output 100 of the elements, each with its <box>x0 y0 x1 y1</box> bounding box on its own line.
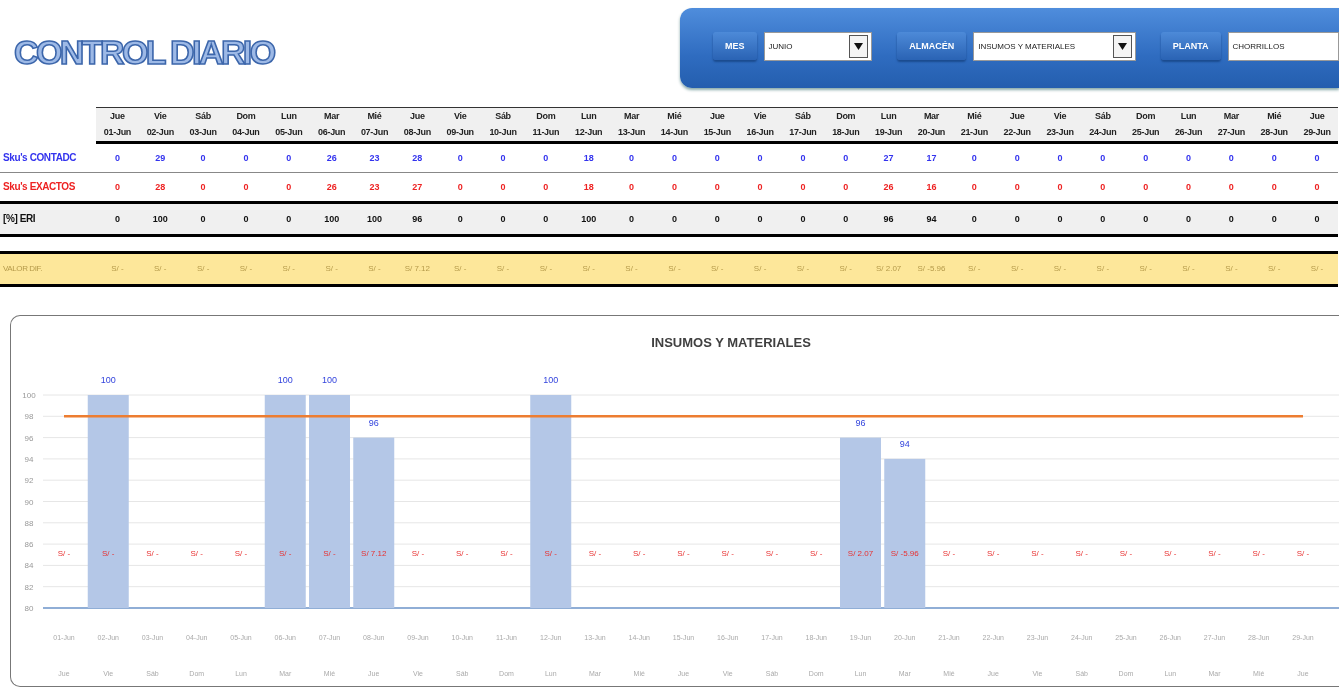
table-cell: 0 <box>1167 144 1210 173</box>
column-header: Vie <box>138 107 182 123</box>
table-cell: 100 <box>353 201 396 237</box>
axis-label: 88 <box>24 518 34 528</box>
row-label: Sku's CONTADC <box>0 144 96 173</box>
value-label: S/ - <box>411 549 425 558</box>
column-header: Jue <box>395 107 439 123</box>
axis-label: 94 <box>24 454 34 464</box>
table-cell: 0 <box>652 201 696 237</box>
dropdown-field[interactable]: INSUMOS Y MATERIALES <box>973 31 1136 61</box>
column-header: Lun <box>867 107 911 123</box>
table-cell-text: 0 <box>628 181 636 194</box>
table-cell: S/ - <box>267 251 311 287</box>
table-cell-text: 18 <box>582 181 595 194</box>
table-cell-text: 0 <box>713 181 721 194</box>
filter-button[interactable]: MES <box>713 32 757 60</box>
table-cell: S/ - <box>1081 251 1125 287</box>
table-cell: 0 <box>181 144 225 173</box>
table-cell: S/ - <box>96 251 139 287</box>
value-label: S/ - <box>500 549 513 558</box>
table-cell-text: 27 <box>411 181 424 194</box>
value-label: S/ - <box>456 549 469 558</box>
table-cell-text: 28 <box>154 181 167 194</box>
table-cell: 0 <box>995 201 1039 237</box>
table-cell: 27 <box>867 144 911 173</box>
column-header: 17-Jun <box>781 123 825 144</box>
axis-label: 100 <box>22 391 36 400</box>
caret-icon <box>1117 42 1127 50</box>
data-label: 100 <box>100 375 116 385</box>
value-label: S/ - <box>1031 549 1044 558</box>
column-header: 01-Jun <box>96 123 139 144</box>
table-cell: 0 <box>781 144 825 173</box>
table-cell: S/ - <box>481 251 525 287</box>
table-cell: 0 <box>481 144 525 173</box>
row-label: Sku's EXACTOS <box>2 180 77 194</box>
column-header: Mar <box>1209 107 1253 123</box>
axis-label: 82 <box>24 582 34 592</box>
column-header: Mié <box>652 107 696 123</box>
table-cell-text: 0 <box>1013 181 1021 194</box>
table-cell-text: 0 <box>1227 181 1235 194</box>
table-cell: S/ - <box>652 251 696 287</box>
column-header: Sáb <box>181 107 225 123</box>
table-cell: 29 <box>138 144 182 173</box>
column-header: Dom <box>524 107 568 123</box>
table-cell: S/ - <box>1252 251 1296 287</box>
column-header: Sáb <box>781 107 825 123</box>
dropdown-field[interactable]: CHORRILLOS <box>1227 31 1339 61</box>
column-header: Vie <box>438 107 482 123</box>
column-header: 03-Jun <box>181 123 225 144</box>
dropdown-field[interactable]: JUNIO <box>763 31 873 61</box>
table-cell: S/ - <box>138 251 182 287</box>
table-cell: 0 <box>695 144 739 173</box>
column-header: 25-Jun <box>1124 123 1168 144</box>
column-header: 10-Jun <box>481 123 525 144</box>
table-cell-text: 0 <box>1099 181 1107 194</box>
table-cell: 0 <box>1252 201 1296 237</box>
column-header: 21-Jun <box>952 123 996 144</box>
column-header: Jue <box>1295 107 1339 123</box>
value-label: S/ - <box>190 549 203 558</box>
table-cell: S/ - <box>781 251 825 287</box>
table-cell: S/ - <box>1124 251 1168 287</box>
table-cell: 0 <box>824 201 868 237</box>
table-cell-text: 0 <box>542 181 550 194</box>
table-cell-text: 0 <box>970 181 978 194</box>
chart-title: INSUMOS Y MATERIALES <box>651 335 811 350</box>
caret-icon <box>854 42 864 50</box>
table-cell: 96 <box>395 201 439 237</box>
table-cell: S/ - <box>1209 251 1253 287</box>
filter-button[interactable]: ALMACÉN <box>897 32 967 60</box>
table-cell: 0 <box>267 144 311 173</box>
table-cell-text: 26 <box>882 181 895 194</box>
column-header: 02-Jun <box>138 123 182 144</box>
table-cell: S/ - <box>524 251 568 287</box>
table-cell: S/ - <box>695 251 739 287</box>
column-header: Mar <box>610 107 653 123</box>
table-cell: 0 <box>1295 144 1339 173</box>
table-cell: 0 <box>952 144 996 173</box>
dropdown-button[interactable] <box>849 34 869 58</box>
column-header: Jue <box>995 107 1039 123</box>
dropdown-button[interactable] <box>1112 34 1132 58</box>
axis-label: 86 <box>24 540 34 550</box>
column-header: 07-Jun <box>353 123 396 144</box>
value-label: S/ - <box>1119 549 1133 558</box>
table-cell: 0 <box>1295 201 1339 237</box>
table-cell: S/ - <box>181 251 225 287</box>
table-cell: S/ 7.12 <box>395 251 439 287</box>
column-header: Jue <box>695 107 739 123</box>
filter-button[interactable]: PLANTA <box>1160 32 1221 60</box>
column-header: Vie <box>738 107 782 123</box>
value-label: S/ - <box>57 549 71 558</box>
table-cell: S/ - <box>567 251 611 287</box>
table-cell: 100 <box>310 201 354 237</box>
table-cell-text: 0 <box>670 181 678 194</box>
table-cell: S/ - <box>310 251 354 287</box>
table-cell-text: 0 <box>499 181 507 194</box>
value-label: S/ - <box>234 549 248 558</box>
column-header: 18-Jun <box>824 123 868 144</box>
table-cell: 0 <box>1124 201 1168 237</box>
column-header: Vie <box>1038 107 1082 123</box>
column-header: 27-Jun <box>1209 123 1253 144</box>
